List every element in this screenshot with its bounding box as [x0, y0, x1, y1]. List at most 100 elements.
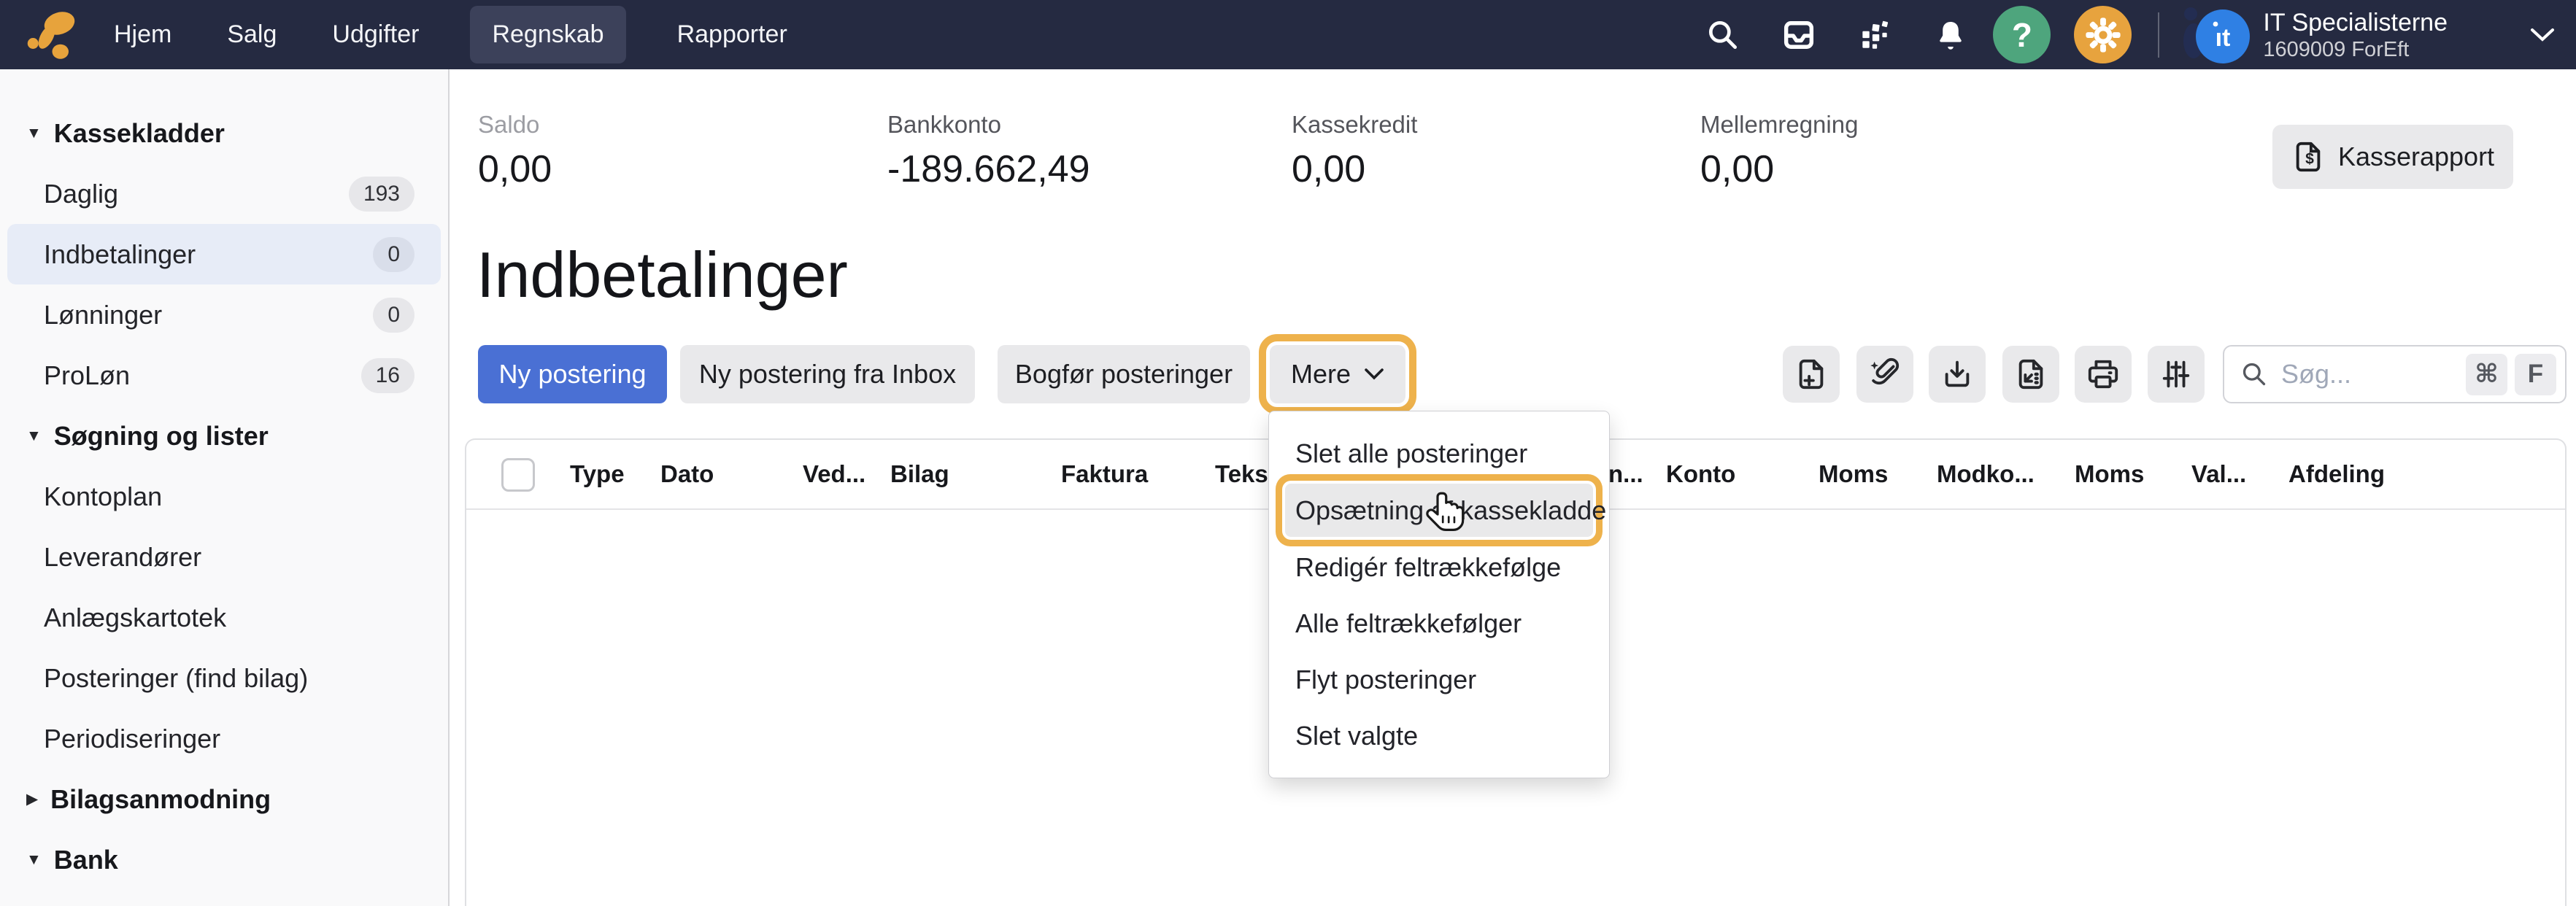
search-icon[interactable] [1704, 16, 1742, 54]
section-label: Kassekladder [54, 118, 225, 149]
column-settings-icon[interactable] [2148, 346, 2205, 403]
select-all-checkbox[interactable] [501, 458, 535, 492]
bogfor-posteringer-button[interactable]: Bogfør posteringer [998, 345, 1250, 403]
column-header-faktura[interactable]: Faktura [1061, 460, 1148, 488]
column-header-afdeling[interactable]: Afdeling [2288, 460, 2385, 488]
menu-item-label: Opsætning af kassekladde [1295, 495, 1606, 526]
sidebar-item-label: Leverandører [44, 542, 201, 573]
button-label: Ny postering fra Inbox [699, 359, 956, 390]
navbar-divider [2158, 12, 2159, 58]
sidebar-item-posteringer-find-bilag[interactable]: Posteringer (find bilag) [0, 648, 448, 708]
account-switcher[interactable]: ıt IT Specialisterne 1609009 ForEft [2181, 0, 2448, 70]
attachment-sparkle-icon[interactable] [1856, 346, 1913, 403]
summary-kassekredit: Kassekredit 0,00 [1292, 111, 1417, 191]
summary-label: Kassekredit [1292, 111, 1417, 139]
sidebar-item-label: Indbetalinger [44, 239, 196, 270]
sidebar-item-label: Lønninger [44, 300, 162, 330]
sidebar-item-periodiseringer[interactable]: Periodiseringer [0, 708, 448, 769]
cmd-key-badge: ⌘ [2466, 354, 2507, 395]
kasserapport-button[interactable]: $ Kasserapport [2272, 125, 2513, 189]
triangle-down-icon: ▼ [26, 427, 42, 445]
column-header-konto[interactable]: Konto [1666, 460, 1735, 488]
button-label: Mere [1291, 359, 1351, 390]
svg-text:ıt: ıt [2216, 24, 2231, 52]
menu-item-slet-valgte[interactable]: Slet valgte [1269, 708, 1609, 764]
nav-item-salg[interactable]: Salg [223, 6, 281, 63]
menu-item-label: Redigér feltrækkefølge [1295, 552, 1561, 583]
menu-item-label: Slet alle posteringer [1295, 438, 1527, 469]
help-icon[interactable]: ? [1993, 6, 2051, 63]
chevron-down-icon [1364, 368, 1384, 381]
section-label: Bank [54, 845, 118, 875]
count-badge: 193 [349, 177, 414, 212]
sidebar-section-sogning-og-lister[interactable]: ▼ Søgning og lister [0, 406, 448, 466]
sidebar-section-bilagsanmodning[interactable]: ▶ Bilagsanmodning [0, 769, 448, 829]
top-navbar: Hjem Salg Udgifter Regnskab Rapporter [0, 0, 2576, 69]
sidebar-section-bank[interactable]: ▼ Bank [0, 829, 448, 890]
menu-item-opsaetning-af-kassekladde[interactable]: Opsætning af kassekladde [1285, 484, 1593, 537]
cash-report-icon: $ [2291, 140, 2325, 174]
nav-item-udgifter[interactable]: Udgifter [328, 6, 423, 63]
summary-value: 0,00 [1700, 147, 1858, 191]
column-header-modkonto[interactable]: Modko... [1937, 460, 2035, 488]
sidebar-item-kontoplan[interactable]: Kontoplan [0, 466, 448, 527]
summary-value: 0,00 [478, 147, 552, 191]
menu-item-slet-alle-posteringer[interactable]: Slet alle posteringer [1269, 425, 1609, 481]
print-icon[interactable] [2075, 346, 2132, 403]
nav-item-hjem[interactable]: Hjem [109, 6, 176, 63]
column-header-partial[interactable]: n... [1608, 460, 1643, 488]
inbox-icon[interactable] [1780, 16, 1818, 54]
column-header-vedhaeftning[interactable]: Ved... [803, 460, 865, 488]
summary-saldo: Saldo 0,00 [478, 111, 552, 191]
search-icon [2240, 360, 2268, 388]
summary-label: Mellemregning [1700, 111, 1858, 139]
column-header-valuta[interactable]: Val... [2191, 460, 2246, 488]
triangle-right-icon: ▶ [26, 790, 38, 808]
new-document-icon[interactable] [1783, 346, 1840, 403]
button-label: Bogfør posteringer [1015, 359, 1233, 390]
summary-label: Saldo [478, 111, 552, 139]
count-badge: 0 [373, 298, 414, 333]
column-header-moms[interactable]: Moms [1819, 460, 1888, 488]
sidebar-item-prolon[interactable]: ProLøn 16 [0, 345, 448, 406]
menu-item-rediger-feltraekkefolge[interactable]: Redigér feltrækkefølge [1269, 539, 1609, 595]
column-header-type[interactable]: Type [570, 460, 625, 488]
ny-postering-button[interactable]: Ny postering [478, 345, 667, 403]
chevron-down-icon[interactable] [2529, 26, 2556, 44]
avatar: ıt [2181, 0, 2251, 70]
column-header-bilag[interactable]: Bilag [890, 460, 949, 488]
sidebar-item-label: Periodiseringer [44, 724, 220, 754]
sidebar-item-anlaegskartotek[interactable]: Anlægskartotek [0, 587, 448, 648]
mere-button[interactable]: Mere [1270, 345, 1405, 403]
column-header-moms-2[interactable]: Moms [2075, 460, 2144, 488]
sidebar-item-leverandorer[interactable]: Leverandører [0, 527, 448, 587]
page-title: Indbetalinger [477, 238, 848, 312]
sidebar-item-label: Anlægskartotek [44, 603, 226, 633]
nav-item-rapporter[interactable]: Rapporter [673, 6, 792, 63]
summary-value: -189.662,49 [887, 147, 1090, 191]
sidebar-item-lonninger[interactable]: Lønninger 0 [0, 284, 448, 345]
export-document-icon[interactable] [2002, 346, 2059, 403]
e-conomic-logo-icon[interactable] [25, 9, 76, 60]
apps-icon[interactable] [1856, 16, 1894, 54]
f-key-badge: F [2515, 354, 2556, 395]
main-menu: Hjem Salg Udgifter Regnskab Rapporter [109, 0, 792, 69]
ny-postering-fra-inbox-button[interactable]: Ny postering fra Inbox [680, 345, 975, 403]
sidebar-item-daglig[interactable]: Daglig 193 [0, 163, 448, 224]
sidebar-item-indbetalinger[interactable]: Indbetalinger 0 [7, 224, 441, 284]
section-label: Bilagsanmodning [50, 784, 271, 815]
menu-item-flyt-posteringer[interactable]: Flyt posteringer [1269, 651, 1609, 708]
summary-mellemregning: Mellemregning 0,00 [1700, 111, 1858, 191]
settings-gear-icon[interactable] [2074, 6, 2132, 63]
column-header-dato[interactable]: Dato [660, 460, 714, 488]
account-number: 1609009 ForEft [2263, 38, 2448, 62]
sidebar: ▼ Kassekladder Daglig 193 Indbetalinger … [0, 69, 450, 906]
menu-item-alle-feltraekkefolger[interactable]: Alle feltrækkefølger [1269, 595, 1609, 651]
account-name: IT Specialisterne [2263, 7, 2448, 39]
notifications-icon[interactable] [1932, 16, 1970, 54]
import-icon[interactable] [1929, 346, 1986, 403]
sidebar-section-kassekladder[interactable]: ▼ Kassekladder [0, 103, 448, 163]
nav-item-regnskab[interactable]: Regnskab [470, 6, 625, 63]
triangle-down-icon: ▼ [26, 125, 42, 142]
search-input[interactable] [2281, 359, 2459, 390]
